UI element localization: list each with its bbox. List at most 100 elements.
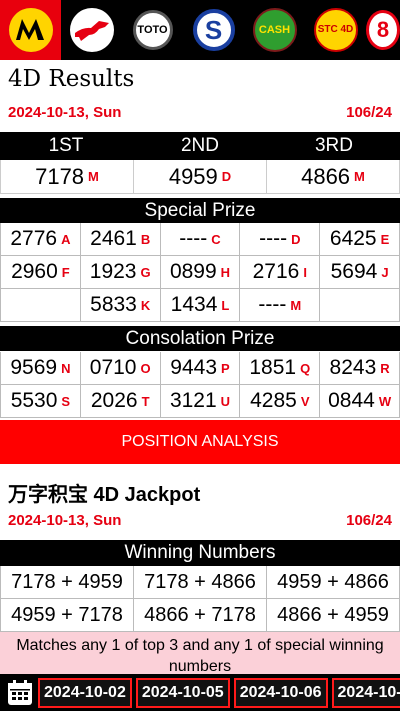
prize-number: 2960	[11, 260, 58, 283]
special-prize-cell[interactable]: ---- M	[240, 289, 321, 322]
prize-letter: L	[221, 297, 230, 313]
special-prize-cell[interactable]: 2960 F	[1, 256, 81, 289]
tab-magnum[interactable]	[0, 0, 61, 60]
consolation-prize-cell[interactable]: 0710 O	[80, 352, 161, 385]
first-prize-cell[interactable]: 7178 M	[1, 160, 134, 194]
consolation-prize-cell[interactable]: 2026 T	[80, 385, 161, 418]
jackpot-combo-grid: 7178 + 4959 7178 + 4866 4959 + 4866 4959 + …	[0, 566, 400, 632]
top-prize-row: 7178 M 4959 D 4866 M	[0, 160, 400, 194]
prize-number: 0899	[169, 260, 217, 283]
prize-letter: A	[61, 231, 71, 247]
prize-number: 4959	[168, 163, 218, 189]
third-prize-header: 3RD	[314, 135, 353, 156]
prize-letter: K	[140, 297, 151, 313]
draw-date-bar: 2024-10-02 2024-10-05 2024-10-06 2024-10…	[0, 674, 400, 711]
special-prize-cell[interactable]: 2776 A	[1, 223, 81, 256]
consolation-prize-cell[interactable]: 5530 S	[1, 385, 81, 418]
prize-number: 2716	[252, 260, 300, 283]
special-prize-cell[interactable]: ---- C	[160, 223, 241, 256]
special-prize-cell[interactable]: 5694 J	[320, 256, 400, 289]
prize-number: 5833	[90, 293, 137, 316]
prize-header-row: 1ST 2ND 3RD	[0, 132, 400, 160]
jackpot-combo: 4959 + 4866	[267, 566, 400, 599]
prize-letter: D	[291, 231, 301, 247]
date-button[interactable]: 2024-10-06	[233, 677, 328, 708]
lotto-8-logo-icon: 8	[366, 10, 400, 50]
special-prize-cell[interactable]: 5833 K	[80, 289, 161, 322]
prize-number: 4866	[301, 163, 351, 189]
magnum-logo-icon	[8, 8, 53, 52]
tab-cashsweep[interactable]: CASH	[244, 0, 305, 60]
results-date: 2024-10-13, Sun	[8, 104, 122, 121]
prize-letter: W	[378, 393, 392, 409]
jackpot-date: 2024-10-13, Sun	[8, 512, 122, 529]
prize-number: 8243	[329, 356, 377, 379]
jackpot-rule-note: Matches any 1 of top 3 and any 1 of spec…	[0, 632, 400, 674]
jackpot-header: 万字积宝 4D Jackpot 2024-10-13, Sun 106/24	[0, 464, 400, 538]
cashsweep-logo-icon: CASH	[252, 8, 297, 52]
toto-logo-icon: TOTO	[132, 10, 173, 50]
prize-letter: J	[381, 264, 389, 280]
tab-toto[interactable]: TOTO	[122, 0, 183, 60]
consolation-prize-cell[interactable]: 0844 W	[320, 385, 400, 418]
prize-number: 7178	[35, 163, 85, 189]
prize-number: ----	[259, 227, 288, 250]
date-button[interactable]: 2024-10-02	[38, 677, 132, 708]
special-prize-header: Special Prize	[0, 198, 400, 223]
special-prize-cell[interactable]: 6425 E	[320, 223, 400, 256]
horse-logo-icon	[69, 8, 114, 52]
prize-number: 5530	[10, 389, 58, 412]
special-prize-cell[interactable]: ---- D	[240, 223, 321, 256]
prize-number: 1923	[89, 260, 137, 283]
consolation-prize-grid: 9569 N 0710 O 9443 P 1851 Q 8243 R 5530 S 2026 T 3121 U…	[0, 352, 400, 418]
consolation-prize-cell[interactable]: 9443 P	[160, 352, 241, 385]
special-prize-cell[interactable]: 0899 H	[160, 256, 241, 289]
prize-number: 9443	[170, 356, 218, 379]
prize-letter: H	[220, 264, 231, 280]
special-prize-cell[interactable]	[1, 289, 81, 322]
tab-singapore[interactable]: S	[183, 0, 244, 60]
prize-number: 4285	[250, 389, 297, 412]
prize-letter: M	[290, 297, 302, 313]
consolation-prize-cell[interactable]: 1851 Q	[240, 352, 321, 385]
prize-number: 6425	[329, 227, 377, 250]
prize-letter: D	[221, 169, 232, 184]
special-prize-grid: 2776 A 2461 B ---- C ---- D 6425 E 2960 F 1923 G 0899 H…	[0, 223, 400, 322]
prize-number: 0710	[89, 356, 137, 379]
tab-more[interactable]: 8	[366, 0, 400, 60]
second-prize-cell[interactable]: 4959 D	[134, 160, 267, 194]
prize-letter: R	[380, 360, 390, 376]
consolation-prize-cell[interactable]: 3121 U	[160, 385, 241, 418]
consolation-prize-cell[interactable]: 9569 N	[1, 352, 81, 385]
consolation-prize-header: Consolation Prize	[0, 326, 400, 351]
jackpot-draw-number: 106/24	[346, 512, 392, 529]
prize-letter: M	[354, 169, 365, 184]
date-button[interactable]: 2024-10-05	[135, 677, 230, 708]
prize-number: 5694	[330, 260, 378, 283]
results-header: 4D Results 2024-10-13, Sun 106/24	[0, 60, 400, 130]
jackpot-combo: 4959 + 7178	[1, 599, 134, 632]
prize-letter: I	[303, 264, 307, 280]
prize-letter: G	[140, 264, 151, 280]
third-prize-cell[interactable]: 4866 M	[267, 160, 400, 194]
special-prize-cell[interactable]: 1923 G	[80, 256, 161, 289]
consolation-prize-cell[interactable]: 8243 R	[320, 352, 400, 385]
special-prize-cell[interactable]: 1434 L	[160, 289, 241, 322]
prize-number: 2461	[90, 227, 137, 250]
results-title: 4D Results	[8, 66, 135, 92]
consolation-prize-cell[interactable]: 4285 V	[240, 385, 321, 418]
special-prize-cell[interactable]: 2461 B	[80, 223, 161, 256]
date-button[interactable]: 2024-10-09	[331, 677, 400, 708]
prize-number: 3121	[169, 389, 217, 412]
tab-damacai[interactable]	[61, 0, 122, 60]
prize-number: ----	[258, 293, 287, 316]
position-analysis-button[interactable]: POSITION ANALYSIS	[0, 420, 400, 464]
tab-stc4d[interactable]: STC 4D	[305, 0, 366, 60]
calendar-icon[interactable]	[6, 679, 34, 707]
winning-numbers-header: Winning Numbers	[0, 540, 400, 566]
prize-letter: M	[88, 169, 99, 184]
jackpot-combo: 4866 + 7178	[134, 599, 267, 632]
second-prize-header: 2ND	[180, 135, 219, 156]
special-prize-cell[interactable]: 2716 I	[240, 256, 321, 289]
special-prize-cell[interactable]	[320, 289, 400, 322]
